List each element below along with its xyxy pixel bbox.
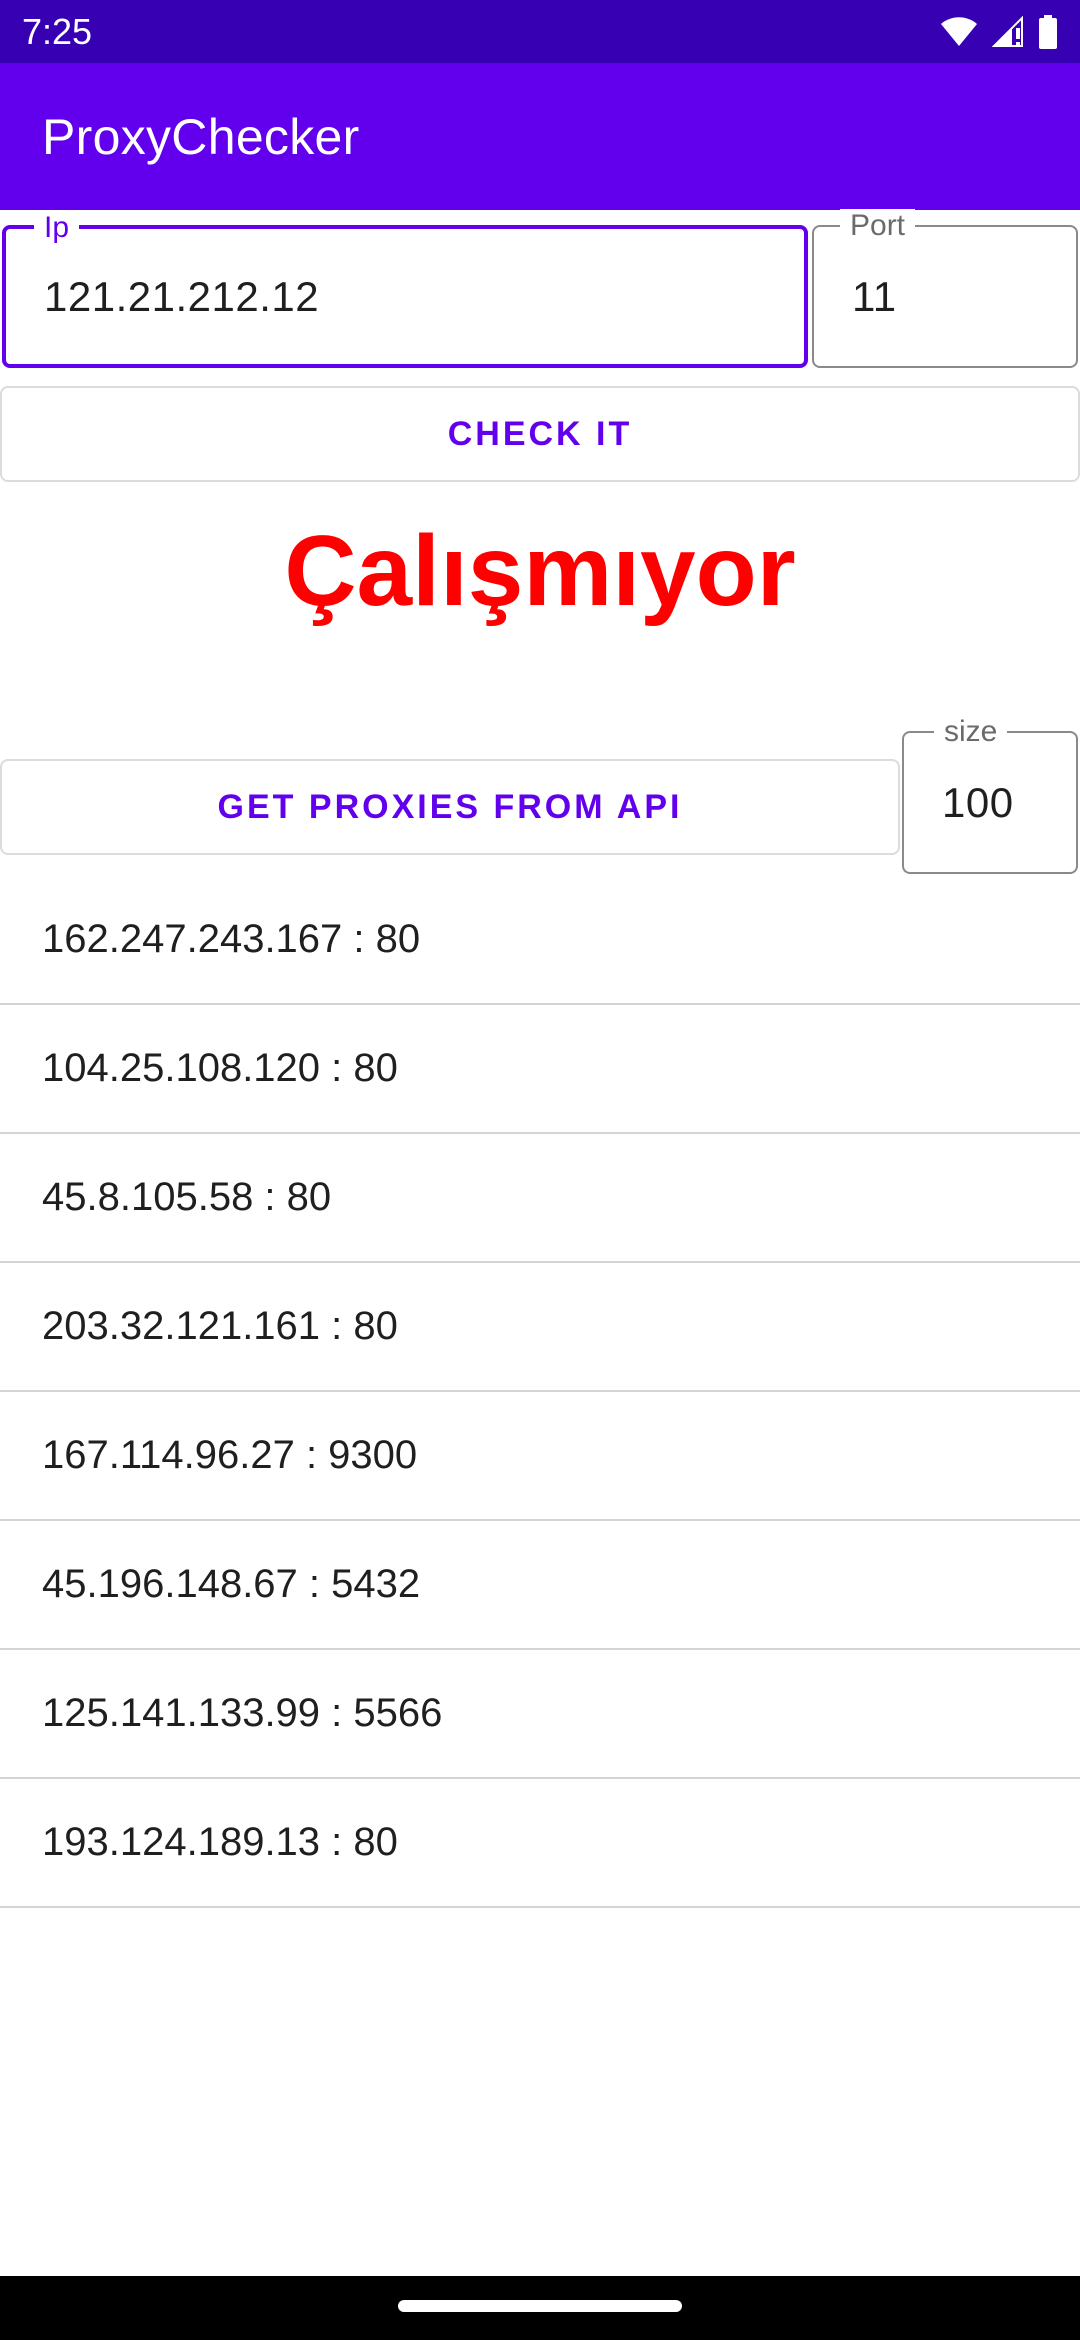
proxy-list-item[interactable]: 45.196.148.67 : 5432	[0, 1521, 1080, 1650]
app-title: ProxyChecker	[42, 109, 360, 165]
proxy-address: 125.141.133.99 : 5566	[42, 1691, 443, 1735]
check-it-button[interactable]: CHECK IT	[0, 386, 1080, 482]
battery-icon	[1039, 15, 1057, 49]
status-bar: 7:25	[0, 0, 1080, 63]
size-field-label: size	[934, 715, 1008, 749]
port-field[interactable]: Port 11	[812, 209, 1078, 368]
proxy-list-item[interactable]: 125.141.133.99 : 5566	[0, 1650, 1080, 1779]
proxy-address: 167.114.96.27 : 9300	[42, 1433, 418, 1477]
result-status-text: Çalışmıyor	[284, 515, 796, 627]
port-field-label: Port	[840, 209, 916, 243]
proxy-address: 162.247.243.167 : 80	[42, 917, 421, 961]
proxy-address: 45.8.105.58 : 80	[42, 1175, 332, 1219]
ip-field[interactable]: Ip 121.21.212.12	[2, 211, 808, 368]
ip-field-label: Ip	[34, 211, 80, 245]
proxy-list-item[interactable]: 104.25.108.120 : 80	[0, 1005, 1080, 1134]
proxy-address: 193.124.189.13 : 80	[42, 1820, 398, 1864]
proxy-list-item[interactable]: 203.32.121.161 : 80	[0, 1263, 1080, 1392]
size-field[interactable]: size 100	[902, 715, 1078, 874]
proxy-list-item[interactable]: 193.124.189.13 : 80	[0, 1779, 1080, 1908]
port-field-value: 11	[852, 272, 897, 320]
size-field-value: 100	[942, 778, 1014, 826]
status-icons	[940, 14, 1058, 50]
get-proxies-button[interactable]: GET PROXIES FROM API	[0, 759, 900, 855]
proxy-list-item[interactable]: 167.114.96.27 : 9300	[0, 1392, 1080, 1521]
signal-icon	[992, 16, 1023, 47]
home-gesture-handle[interactable]	[398, 2300, 682, 2312]
navigation-bar	[0, 2276, 1080, 2340]
ip-field-value: 121.21.212.12	[44, 272, 320, 320]
status-time: 7:25	[22, 11, 93, 52]
app-bar: ProxyChecker	[0, 63, 1080, 210]
proxy-list: 162.247.243.167 : 80 104.25.108.120 : 80…	[0, 876, 1080, 1908]
wifi-icon	[941, 17, 977, 46]
proxy-address: 104.25.108.120 : 80	[42, 1046, 398, 1090]
proxy-list-item[interactable]: 162.247.243.167 : 80	[0, 876, 1080, 1005]
proxy-address: 203.32.121.161 : 80	[42, 1304, 398, 1348]
proxy-address: 45.196.148.67 : 5432	[42, 1562, 421, 1606]
proxy-list-item[interactable]: 45.8.105.58 : 80	[0, 1134, 1080, 1263]
app-screen: 7:25 ProxyChecker Ip 121.21.212.12 Port …	[0, 0, 1080, 2340]
